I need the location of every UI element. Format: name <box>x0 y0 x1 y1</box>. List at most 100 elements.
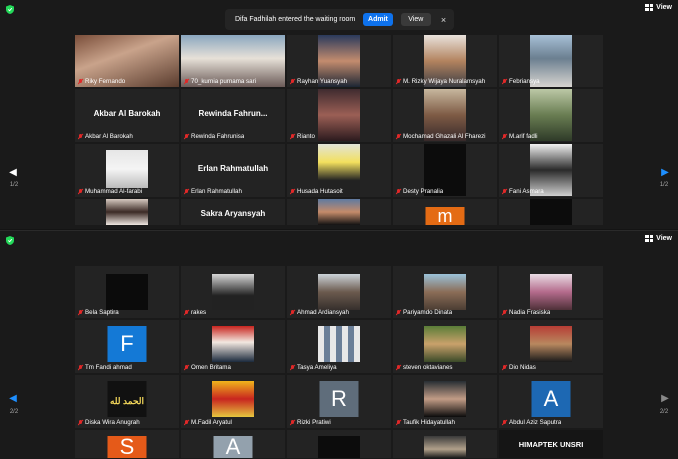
page-indicator-right: 2/2 <box>659 409 669 415</box>
participant-name: Bela Saptira <box>78 309 119 316</box>
participant-avatar: A <box>531 381 571 417</box>
participant-tile[interactable]: Tasya Ameliya <box>287 320 391 373</box>
participant-tile[interactable]: rakes <box>181 266 285 318</box>
muted-mic-icon <box>396 419 401 426</box>
participant-tile[interactable]: Omen Britama <box>181 320 285 373</box>
participant-tile[interactable]: Febriansya <box>499 35 603 87</box>
participant-name: Omen Britama <box>184 364 231 371</box>
participant-tile[interactable]: HIMAPTEK UNSRI <box>499 430 603 458</box>
muted-mic-icon <box>502 364 507 371</box>
participant-avatar: S <box>107 434 147 458</box>
participant-tile[interactable] <box>287 199 391 225</box>
participant-tile[interactable]: Rianto <box>287 89 391 142</box>
participant-name: Rianto <box>290 133 315 140</box>
muted-mic-icon <box>184 419 189 426</box>
participant-tile[interactable]: Nadia Frasiska <box>499 266 603 318</box>
participant-name: steven oktavianes <box>396 364 453 371</box>
close-icon[interactable]: × <box>439 15 448 25</box>
participant-video: الحمد لله <box>107 381 147 417</box>
shield-icon[interactable] <box>6 236 14 245</box>
participant-tile[interactable]: Bela Saptira <box>75 266 179 318</box>
shield-icon[interactable] <box>6 5 14 14</box>
participant-name: Akbar Al Barokah <box>78 133 133 140</box>
participant-name: Pariyamdo Dinata <box>396 309 452 316</box>
participant-video <box>106 150 148 188</box>
participant-tile[interactable]: Riky Fernando <box>75 35 179 87</box>
muted-mic-icon <box>184 133 189 140</box>
muted-mic-icon <box>502 419 507 426</box>
muted-mic-icon <box>290 133 295 140</box>
participant-tile[interactable] <box>393 430 497 458</box>
participant-video <box>424 436 466 458</box>
participant-name: Muhammad Al-farabi <box>78 188 142 195</box>
view-layout-label: View <box>656 4 672 11</box>
muted-mic-icon <box>78 419 83 426</box>
participant-tile[interactable]: Akbar Al Barokah Akbar Al Barokah <box>75 89 179 142</box>
participant-tile[interactable]: Mochamad Ghazali Al Fharezi <box>393 89 497 142</box>
next-page-arrow-icon[interactable]: ▶ <box>660 394 670 404</box>
participant-video <box>212 381 254 417</box>
participant-avatar: A <box>213 434 253 458</box>
participant-tile[interactable]: M.Fadil Aryatul <box>181 375 285 428</box>
participant-video <box>530 199 572 225</box>
previous-page-arrow-icon[interactable]: ◀ <box>8 394 18 404</box>
participant-tile[interactable]: Ahmad Ardiansyah <box>287 266 391 318</box>
grid-view-icon <box>645 235 654 242</box>
muted-mic-icon <box>78 78 83 85</box>
participant-tile[interactable]: Erlan Rahmatullah Erlan Rahmatullah <box>181 144 285 197</box>
waiting-room-message: Difa Fadhilah entered the waiting room <box>235 16 356 23</box>
participant-name: Ahmad Ardiansyah <box>290 309 349 316</box>
participant-tile[interactable]: Husada Hutasoit <box>287 144 391 197</box>
admit-button[interactable]: Admit <box>363 13 393 26</box>
participant-tile[interactable]: M.arif fadli <box>499 89 603 142</box>
muted-mic-icon <box>502 309 507 316</box>
view-waiting-room-button[interactable]: View <box>400 13 431 26</box>
participant-tile[interactable]: Rayhan Yuansyah <box>287 35 391 87</box>
participant-tile[interactable]: Taufik Hidayatullah <box>393 375 497 428</box>
participant-tile[interactable]: A Abdul Aziz Saputra <box>499 375 603 428</box>
muted-mic-icon <box>78 309 83 316</box>
participant-tile[interactable]: A <box>181 430 285 458</box>
participant-tile[interactable]: Sakra Aryansyah <box>181 199 285 225</box>
participant-tile[interactable]: steven oktavianes <box>393 320 497 373</box>
participant-avatar: F <box>107 326 147 362</box>
participant-tile[interactable] <box>287 430 391 458</box>
participant-tile[interactable] <box>499 199 603 225</box>
participant-tile[interactable]: R Rizki Pratiwi <box>287 375 391 428</box>
participant-tile[interactable]: Rewinda Fahrun... Rewinda Fahrunisa <box>181 89 285 142</box>
participant-tile[interactable]: Muhammad Al-farabi <box>75 144 179 197</box>
participant-video <box>212 274 254 310</box>
participant-tile[interactable]: S <box>75 430 179 458</box>
participant-tile[interactable]: Desty Pranalia <box>393 144 497 197</box>
participant-tile-active-speaker[interactable]: 70_kurnia purnama sari <box>181 35 285 87</box>
muted-mic-icon <box>184 188 189 195</box>
participant-tile[interactable] <box>75 199 179 225</box>
participant-name: Dio Nidas <box>502 364 536 371</box>
participant-video <box>318 199 360 225</box>
participant-tile[interactable]: Pariyamdo Dinata <box>393 266 497 318</box>
participant-tile[interactable]: F Tm Fandi ahmad <box>75 320 179 373</box>
participant-grid: Riky Fernando 70_kurnia purnama sari Ray… <box>75 35 603 225</box>
participant-tile[interactable]: Fani Asmara <box>499 144 603 197</box>
participant-display-name: Sakra Aryansyah <box>200 209 266 218</box>
participant-name: Mochamad Ghazali Al Fharezi <box>396 133 486 140</box>
participant-display-name: Erlan Rahmatullah <box>197 164 269 173</box>
participant-tile[interactable]: الحمد لله Diska Wira Anugrah <box>75 375 179 428</box>
participant-grid: Bela Saptira rakes Ahmad Ardiansyah Pari… <box>75 266 603 458</box>
participant-name: M.Fadil Aryatul <box>184 419 232 426</box>
grid-view-icon <box>645 4 654 11</box>
participant-avatar: m <box>425 207 465 225</box>
previous-page-arrow-icon[interactable]: ◀ <box>8 168 18 178</box>
participant-tile[interactable]: M. Rizky Wijaya Nuralamsyah <box>393 35 497 87</box>
view-layout-button[interactable]: View <box>645 235 672 242</box>
muted-mic-icon <box>502 78 507 85</box>
participant-tile[interactable]: Dio Nidas <box>499 320 603 373</box>
participant-display-name: Rewinda Fahrun... <box>198 109 268 118</box>
participant-name: Erlan Rahmatullah <box>184 188 242 195</box>
next-page-arrow-icon[interactable]: ▶ <box>660 168 670 178</box>
participant-name: Riky Fernando <box>78 78 125 85</box>
participant-video <box>318 274 360 310</box>
participant-tile[interactable]: m <box>393 199 497 225</box>
participant-video <box>212 326 254 362</box>
view-layout-button[interactable]: View <box>645 4 672 11</box>
